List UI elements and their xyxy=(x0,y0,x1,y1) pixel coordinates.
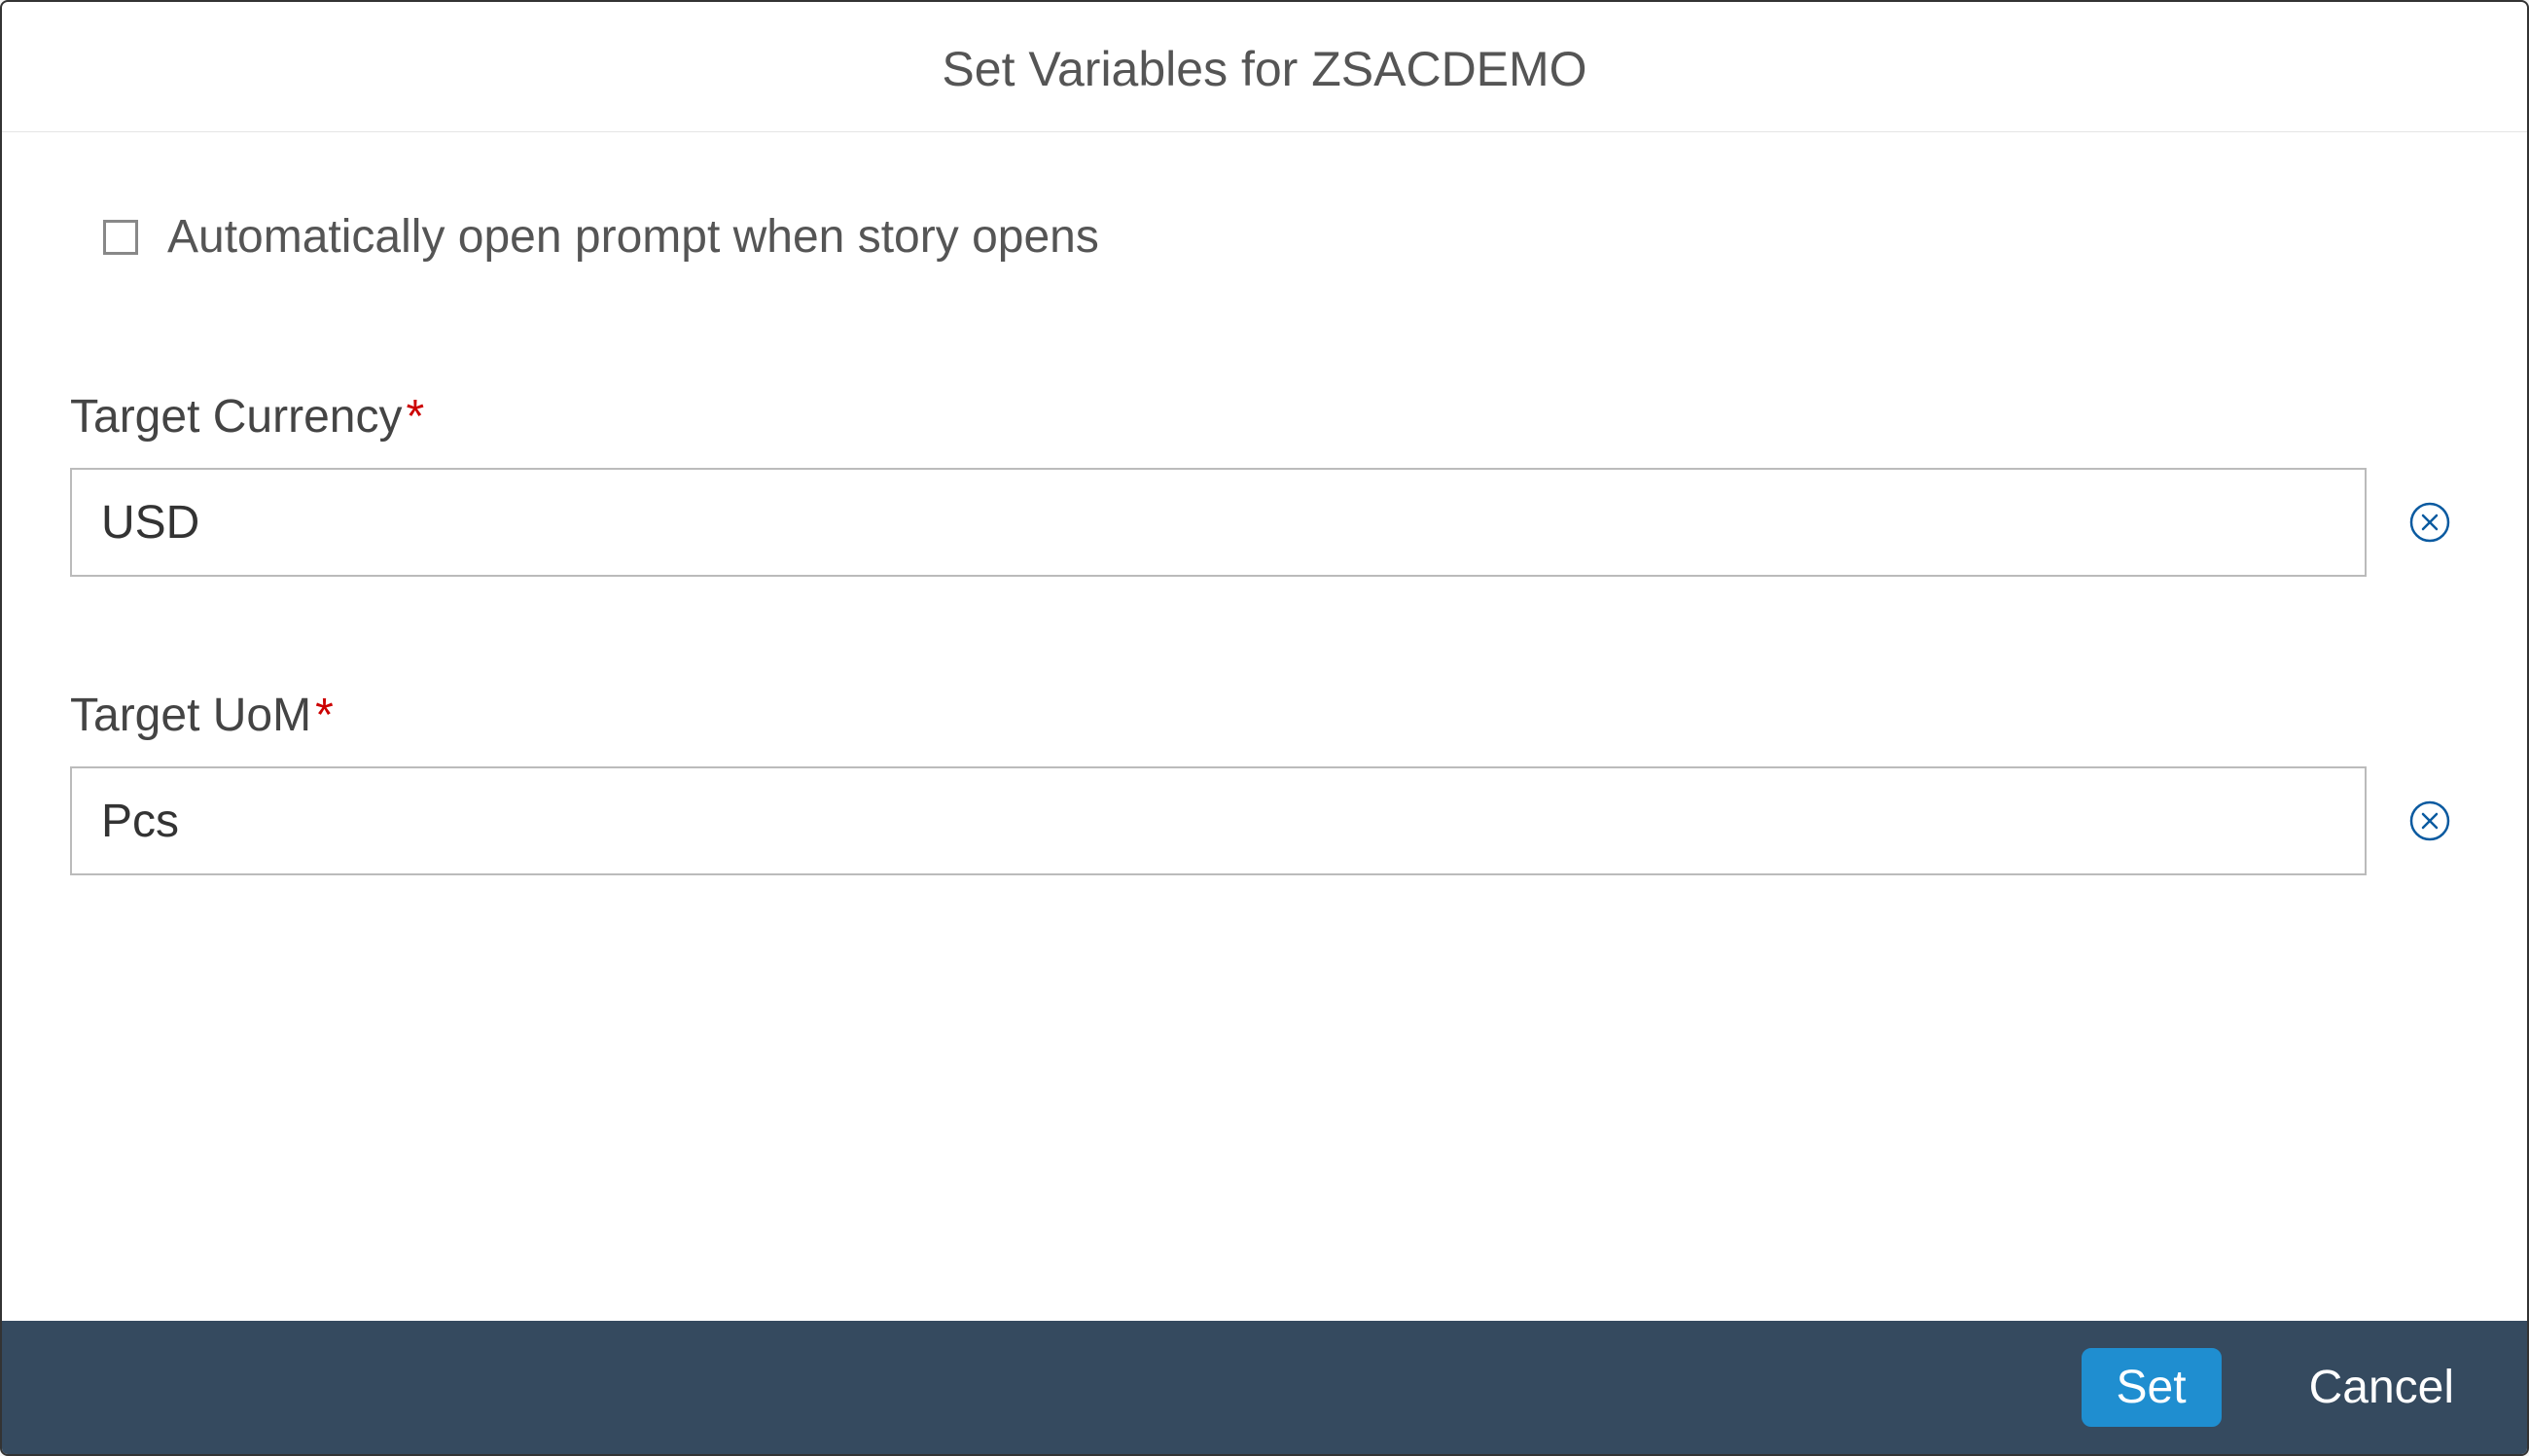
dialog-title: Set Variables for ZSACDEMO xyxy=(21,41,2508,97)
target-uom-label: Target UoM* xyxy=(70,689,2459,742)
target-uom-label-text: Target UoM xyxy=(70,690,311,741)
clear-icon xyxy=(2408,799,2451,842)
cancel-button[interactable]: Cancel xyxy=(2275,1349,2488,1426)
dialog-header: Set Variables for ZSACDEMO xyxy=(2,2,2527,132)
required-indicator: * xyxy=(406,391,424,443)
set-button[interactable]: Set xyxy=(2082,1348,2222,1427)
target-currency-row xyxy=(70,468,2459,577)
target-currency-clear-button[interactable] xyxy=(2401,493,2459,551)
clear-icon xyxy=(2408,501,2451,544)
target-uom-input[interactable] xyxy=(70,766,2367,875)
auto-open-checkbox-row: Automatically open prompt when story ope… xyxy=(70,210,2459,264)
target-currency-label: Target Currency* xyxy=(70,390,2459,444)
target-currency-input[interactable] xyxy=(70,468,2367,577)
target-currency-label-text: Target Currency xyxy=(70,391,402,443)
target-currency-group: Target Currency* xyxy=(70,390,2459,577)
dialog-footer: Set Cancel xyxy=(2,1321,2527,1454)
auto-open-checkbox[interactable] xyxy=(103,220,138,255)
target-uom-clear-button[interactable] xyxy=(2401,792,2459,850)
dialog-body: Automatically open prompt when story ope… xyxy=(2,132,2527,1321)
required-indicator: * xyxy=(315,690,334,741)
auto-open-checkbox-label: Automatically open prompt when story ope… xyxy=(167,210,1099,264)
target-uom-row xyxy=(70,766,2459,875)
set-variables-dialog: Set Variables for ZSACDEMO Automatically… xyxy=(0,0,2529,1456)
target-uom-group: Target UoM* xyxy=(70,689,2459,875)
